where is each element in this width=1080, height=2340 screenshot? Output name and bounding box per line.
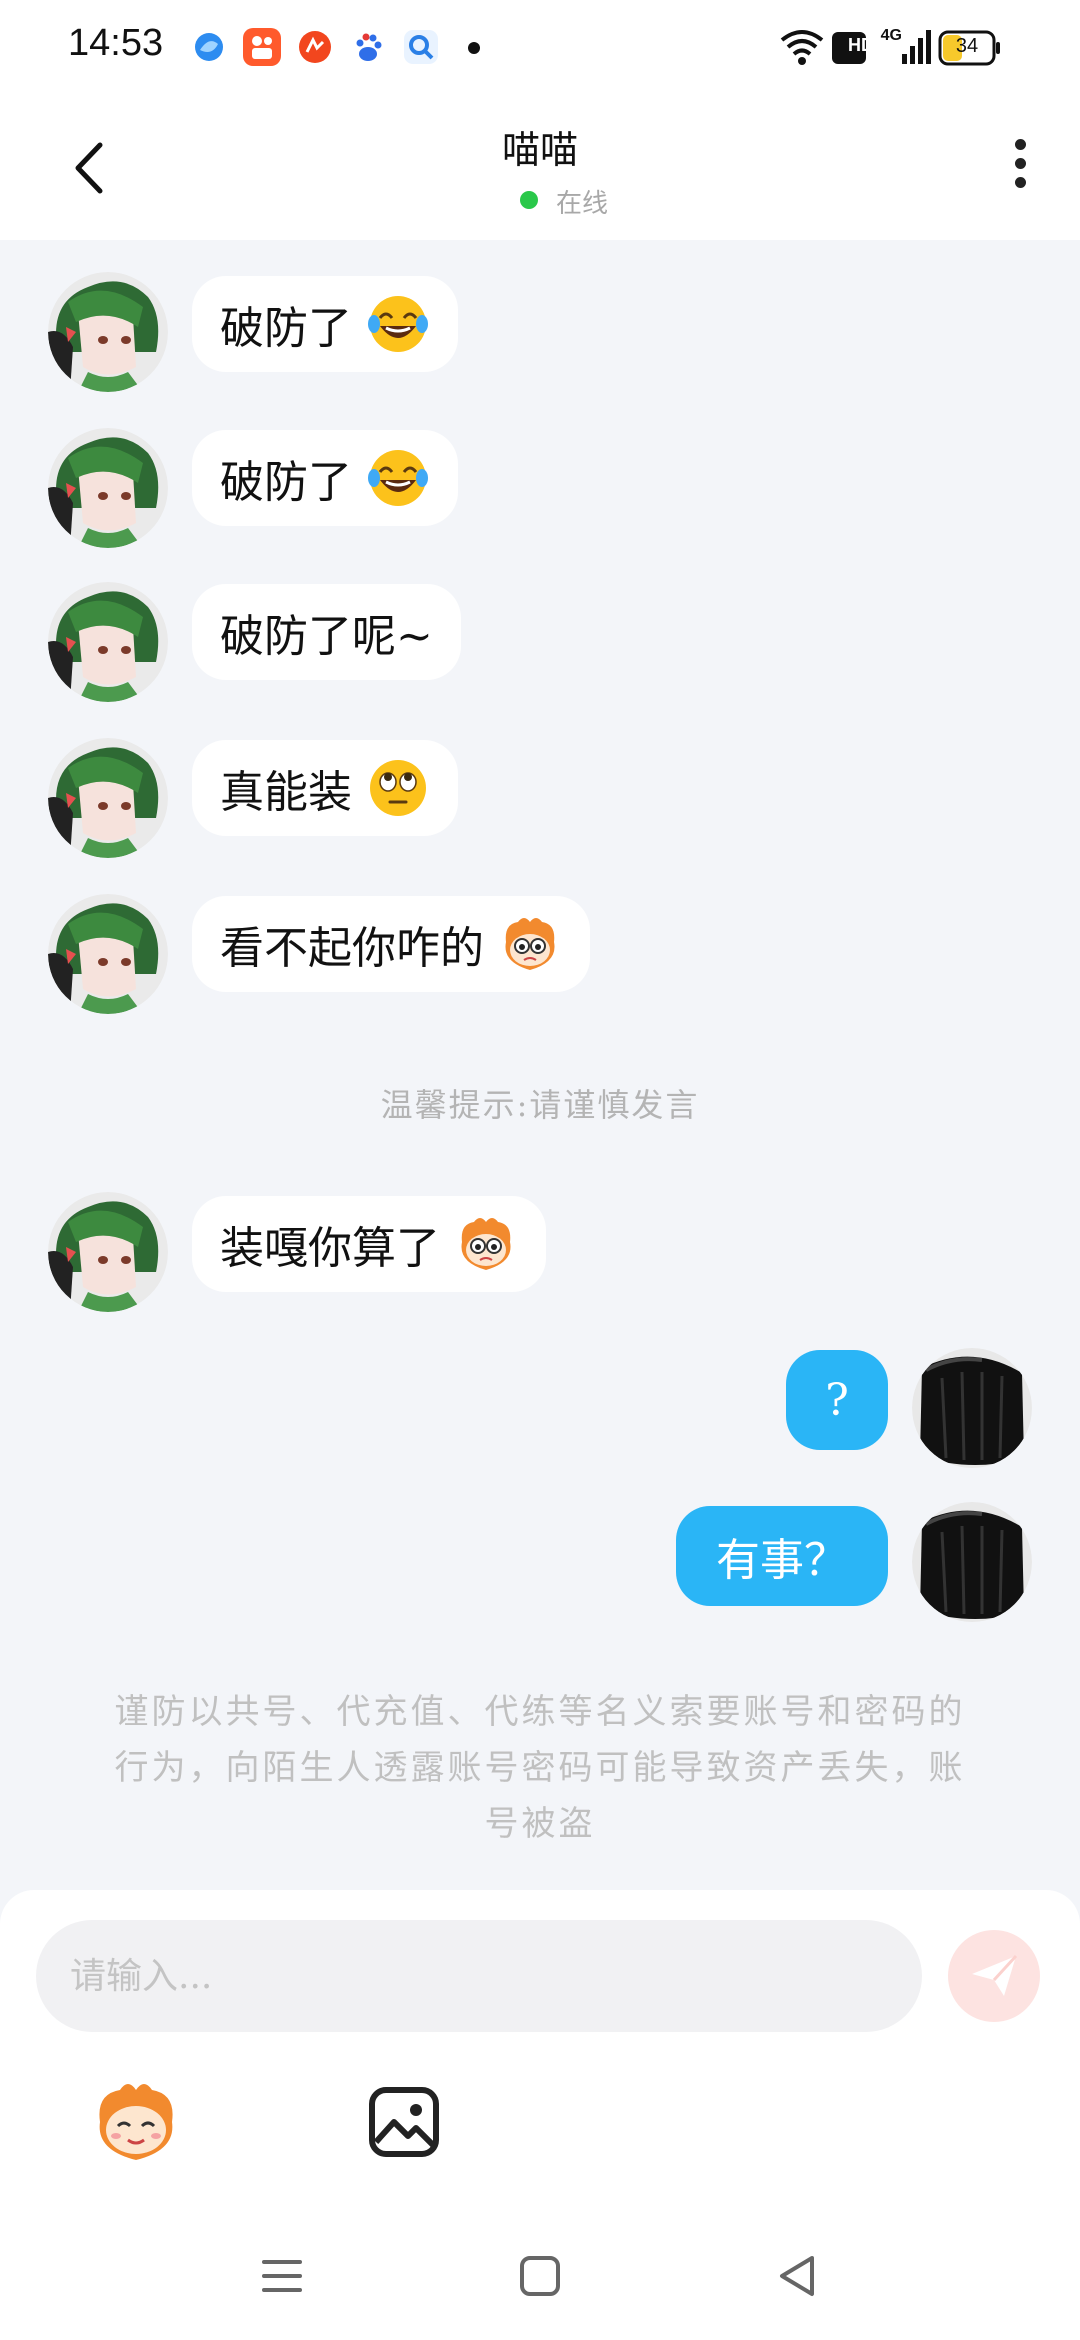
message-input[interactable] xyxy=(36,1920,922,2032)
message-text: ? xyxy=(825,1374,849,1426)
incoming-message[interactable]: 破防了 xyxy=(192,276,458,372)
message-text: 破防了呢~ xyxy=(220,611,433,662)
monkey-sticker-icon xyxy=(99,2084,173,2160)
system-tip: 温馨提示:请谨慎发言 xyxy=(380,1086,700,1124)
send-icon xyxy=(972,1954,1018,1996)
cartoon-monkey-sticker xyxy=(498,912,562,976)
contact-avatar[interactable] xyxy=(48,582,168,702)
contact-avatar[interactable] xyxy=(48,428,168,548)
hd-label: HD xyxy=(848,35,874,55)
online-dot xyxy=(520,191,538,209)
message-text: 装嘎你算了 xyxy=(220,1223,440,1274)
contact-avatar[interactable] xyxy=(48,738,168,858)
outgoing-message[interactable]: ? xyxy=(786,1350,888,1450)
system-navigation-bar xyxy=(0,2220,1080,2340)
incoming-message[interactable]: 破防了 xyxy=(192,430,458,526)
sticker-button[interactable] xyxy=(90,2076,182,2168)
outgoing-message[interactable]: 有事？ xyxy=(676,1506,888,1606)
more-dot-icon xyxy=(1014,139,1026,150)
incoming-message[interactable]: 真能装 xyxy=(192,740,458,836)
blue-bird-icon xyxy=(190,28,228,66)
status-bar: 14:53 HD 4G 34 xyxy=(0,0,1080,95)
contact-avatar[interactable] xyxy=(48,272,168,392)
contact-avatar[interactable] xyxy=(48,894,168,1014)
message-text: 看不起你咋的 xyxy=(220,923,484,974)
status-time: 14:53 xyxy=(68,22,164,64)
image-button[interactable] xyxy=(358,2076,450,2168)
orange-app-icon xyxy=(296,28,334,66)
menu-icon xyxy=(262,2260,302,2292)
incoming-message[interactable]: 装嘎你算了 xyxy=(192,1196,546,1292)
security-warning: 谨防以共号、代充值、代练等名义索要账号和密码的行为，向陌生人透露账号密码可能导致… xyxy=(114,1692,966,1844)
tears-of-joy-emoji xyxy=(366,292,430,356)
recent-apps-button[interactable] xyxy=(252,2246,312,2306)
network-type-label: 4G xyxy=(880,27,902,44)
back-nav-button[interactable] xyxy=(768,2246,828,2306)
message-text: 破防了 xyxy=(220,457,352,508)
message-text: 破防了 xyxy=(220,303,352,354)
presence-label: 在线 xyxy=(556,189,609,219)
more-options-button[interactable] xyxy=(1000,133,1040,203)
triangle-back-icon xyxy=(780,2256,814,2296)
notification-dot xyxy=(468,42,480,54)
user-avatar[interactable] xyxy=(912,1348,1032,1468)
square-icon xyxy=(520,2256,560,2296)
wifi-icon xyxy=(780,30,824,65)
message-text: 真能装 xyxy=(220,767,352,818)
chat-header: 喵喵 在线 xyxy=(0,95,1080,240)
signal-icon xyxy=(902,30,931,64)
message-text: 有事？ xyxy=(716,1535,848,1586)
battery-level: 34 xyxy=(955,35,979,57)
home-button[interactable] xyxy=(510,2246,570,2306)
send-button[interactable] xyxy=(948,1930,1040,2022)
more-dot-icon xyxy=(1014,158,1026,169)
incoming-message[interactable]: 看不起你咋的 xyxy=(192,896,590,992)
eye-roll-emoji xyxy=(366,756,430,820)
incoming-message[interactable]: 破防了呢~ xyxy=(192,584,461,680)
baidu-paw-icon xyxy=(349,28,387,66)
kuaishou-icon xyxy=(243,28,281,66)
contact-avatar[interactable] xyxy=(48,1192,168,1312)
message-list[interactable]: 破防了 破防了 破防了呢~ 真能装 看不起你咋的 温馨提示:请谨慎发言 装嘎你算… xyxy=(0,240,1080,1890)
cartoon-monkey-sticker xyxy=(454,1212,518,1276)
more-dot-icon xyxy=(1014,177,1026,188)
search-app-icon xyxy=(402,28,440,66)
image-icon xyxy=(369,2087,439,2157)
contact-name: 喵喵 xyxy=(501,128,578,172)
tears-of-joy-emoji xyxy=(366,446,430,510)
user-avatar[interactable] xyxy=(912,1502,1032,1622)
